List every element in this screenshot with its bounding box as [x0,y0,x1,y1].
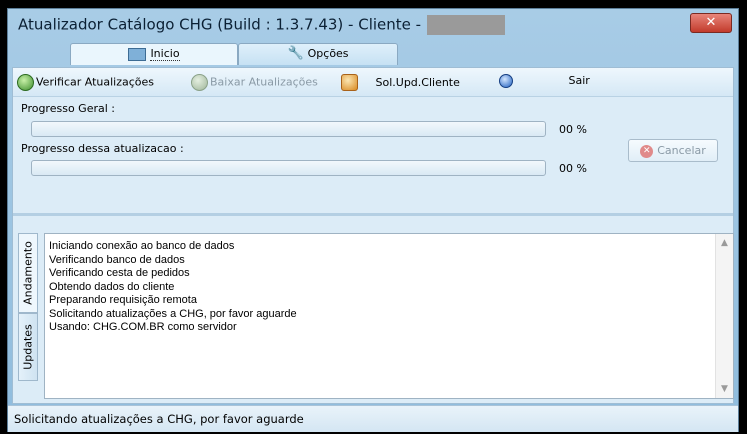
verify-updates-button[interactable]: Verificar Atualizações [17,74,154,91]
tab-inicio[interactable]: Inicio [70,43,238,65]
log-line: Verificando cesta de pedidos [49,267,190,279]
log-lines: Iniciando conexão ao banco de dados Veri… [49,240,297,335]
cancel-icon: ✕ [640,144,654,158]
redacted-client-name [427,15,506,35]
scroll-down-icon[interactable]: ▼ [716,384,733,394]
close-button[interactable]: ✕ [690,13,732,33]
log-line: Iniciando conexão ao banco de dados [49,240,235,252]
status-bar: Solicitando atualizações a CHG, por favo… [8,405,738,432]
home-icon [128,47,147,61]
toolbar: Verificar Atualizações Baixar Atualizaçõ… [13,68,733,97]
download-updates-button[interactable]: Baixar Atualizações [191,74,318,91]
log-line: Usando: CHG.COM.BR como servidor [49,321,237,333]
log-list[interactable]: Iniciando conexão ao banco de dados Veri… [44,233,734,399]
tab-updates[interactable]: Updates [18,313,38,381]
log-line: Obtendo dados do cliente [49,280,175,293]
general-progress-label: Progresso Geral : [21,102,115,115]
current-progress-value: 00 % [559,162,587,175]
tab-opcoes[interactable]: 🔧 Opções [238,43,398,65]
log-line: Solicitando atualizações a CHG, por favo… [49,307,297,320]
general-progress-value: 00 % [559,123,587,136]
current-progress-label: Progresso dessa atualizacao : [21,142,184,155]
side-tabs: Andamento Updates [18,233,38,386]
log-line: Preparando requisição remota [49,294,197,306]
exit-button[interactable]: Sair [499,74,590,88]
tab-andamento[interactable]: Andamento [18,233,38,313]
power-icon [499,74,513,88]
wrench-icon: 🔧 [287,46,304,61]
close-icon: ✕ [705,15,717,30]
status-text: Solicitando atualizações a CHG, por favo… [14,412,304,426]
globe-refresh-icon [17,74,34,91]
log-scrollbar[interactable]: ▲ ▼ [715,234,733,398]
app-window: Atualizador Catálogo CHG (Build : 1.3.7.… [7,8,739,432]
download-icon [191,74,208,91]
request-client-update-button[interactable]: Sol.Upd.Cliente [341,74,460,91]
general-progress-bar [31,121,546,137]
cancel-button[interactable]: ✕ Cancelar [628,139,718,162]
current-progress-bar [31,160,546,176]
package-icon [341,74,358,91]
window-title: Atualizador Catálogo CHG (Build : 1.3.7.… [18,15,506,35]
panel-divider [13,213,733,216]
scroll-up-icon[interactable]: ▲ [716,238,733,248]
log-line: Verificando banco de dados [49,253,185,266]
